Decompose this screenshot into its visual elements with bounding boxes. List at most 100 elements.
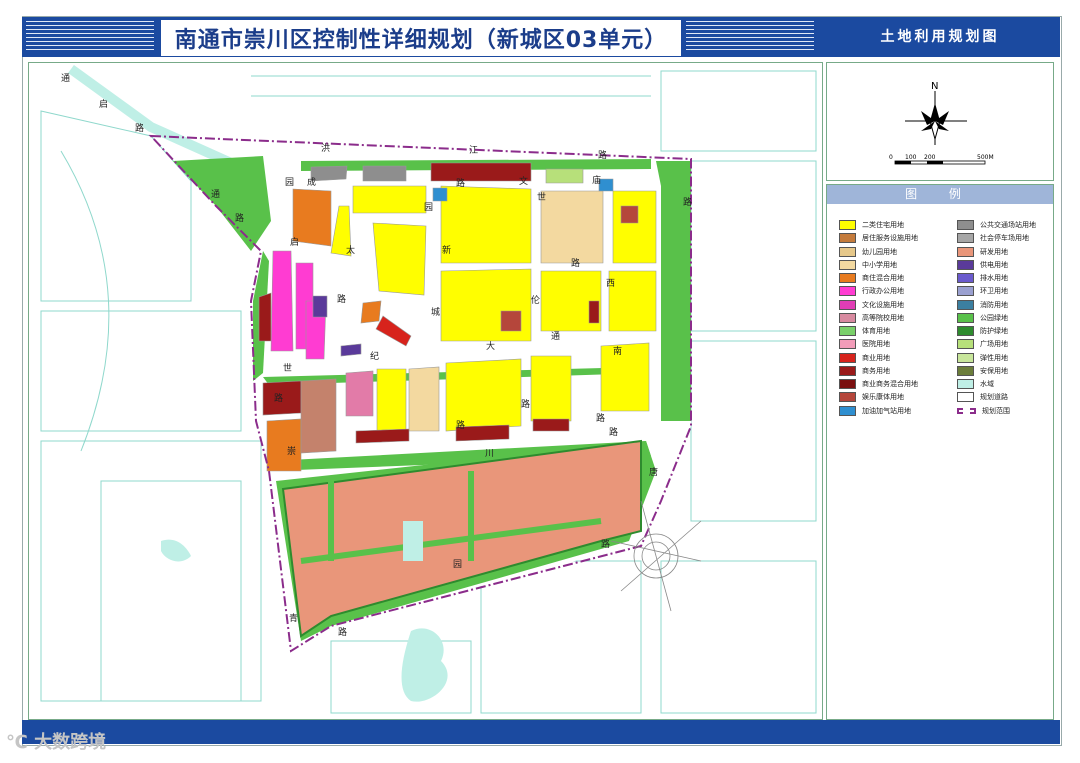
road-label: 路 [337,293,346,305]
legend-label: 商业商务混合用地 [862,380,918,388]
legend-item: 加油加气站用地 [839,405,918,417]
legend-label: 医院用地 [862,340,890,349]
road-label: 园 [424,202,433,213]
map-area[interactable]: 通 启 路 洪 江 路 园 成 通 路 路 文 庙 路 园 世 启 太 新 路 … [28,62,823,720]
road-label: 洪 [321,142,330,154]
scale-tick: 200 [924,154,936,161]
legend-label: 文化设施用地 [862,300,904,309]
legend-label: 体育用地 [862,327,890,335]
road-label: 路 [571,257,580,269]
legend-label: 环卫用地 [980,287,1008,296]
legend-label: 供电用地 [980,260,1008,269]
legend-item: 环卫用地 [957,285,1036,297]
legend-swatch [957,326,974,336]
legend-label: 中小学用地 [862,260,897,269]
legend-heading: 图 例 [827,185,1053,204]
compass-box: N 0 100 200 500M [826,62,1054,181]
legend-label: 加油加气站用地 [862,406,911,415]
legend-swatch [957,365,974,376]
road-label: 南 [613,345,622,357]
legend-swatch [839,339,856,350]
legend-item: 医院用地 [839,338,918,350]
legend-swatch [957,312,974,323]
road-label: 庙 [592,174,601,186]
legend-item: 研发用地 [957,246,1036,258]
legend-item: 商业商务混合用地 [839,378,918,390]
legend-swatch [839,299,856,310]
legend-swatch [957,407,976,414]
scale-tick: 500M [977,154,994,161]
legend-swatch [839,392,856,403]
north-label: N [931,81,938,92]
legend-item: 体育用地 [839,325,918,337]
legend-swatch [839,220,856,230]
legend-item: 安保用地 [957,365,1036,377]
substation-block [312,295,328,318]
pond [161,539,191,562]
legend-item: 供电用地 [957,259,1036,271]
legend-swatch [957,339,974,350]
road-label: 启 [99,98,108,110]
legend-swatch [957,299,974,310]
title-box: 南通市崇川区控制性详细规划（新城区03单元） [160,19,682,57]
legend-item: 幼儿园用地 [839,246,918,258]
legend-item: 防护绿地 [957,325,1036,337]
legend-item: 高等院校用地 [839,312,918,324]
legend-swatch [839,259,856,270]
legend-swatch [957,259,974,270]
legend-item: 文化设施用地 [839,299,918,311]
legend-item: 规划范围 [957,405,1036,417]
map-subtitle: 土地利用规划图 [880,29,1000,45]
legend-swatch [957,286,974,297]
road-label: 路 [338,626,347,638]
legend-label: 水域 [980,380,994,388]
legend-swatch [957,246,974,257]
legend-item: 商住混合用地 [839,272,918,284]
road-label: 启 [290,236,299,248]
road-label: 太 [346,244,355,256]
road-label: 西 [606,278,615,289]
legend-column-right: 公共交通场站用地 社会停车场用地 研发用地 供电用地 排水用地 环卫用地 消防用地 公园绿地防… [957,219,1036,418]
legend-item: 社会停车场用地 [957,232,1036,244]
legend-label: 规划范围 [982,406,1010,415]
road-label: 路 [596,412,605,424]
scale-bar: 0 100 200 500M [889,154,994,165]
legend-label: 社会停车场用地 [980,234,1029,243]
legend-item: 二类住宅用地 [839,219,918,231]
legend-label: 二类住宅用地 [862,221,904,229]
road-label: 江 [469,145,478,156]
legend-swatch [957,379,974,389]
legend-label: 消防用地 [980,300,1008,309]
legend-swatch [839,286,856,297]
legend-item: 商务用地 [839,365,918,377]
legend-swatch [957,273,974,283]
legend-swatch [957,392,974,403]
scale-tick: 0 [889,154,893,161]
legend-swatch [957,352,974,363]
parking-block [362,165,407,182]
road-label: 路 [521,398,530,410]
legend-item: 居住服务设施用地 [839,232,918,244]
road-label: 崇 [287,446,296,457]
legend-label: 商业用地 [862,353,890,362]
legend-item: 行政办公用地 [839,285,918,297]
legend-label: 研发用地 [980,247,1008,256]
gas-station-block-2 [598,178,614,192]
legend-swatch [839,326,856,336]
lake [401,628,448,702]
road-label: 伦 [531,294,540,306]
header-stripes-right [686,21,814,53]
road-label: 川 [485,449,494,459]
legend-item: 弹性用地 [957,352,1036,364]
scale-tick: 100 [905,154,917,161]
legend-swatch [957,220,974,230]
road-label: 通 [61,73,70,84]
legend-column-left: 二类住宅用地居住服务设施用地 幼儿园用地中小学用地商住混合用地 行政办公用地文化设施… [839,219,918,418]
legend-item: 娱乐康体用地 [839,391,918,403]
road-label: 园 [285,177,294,188]
legend-item: 广场用地 [957,338,1036,350]
road-label: 世 [537,191,546,203]
legend-label: 规划道路 [980,393,1008,402]
legend-swatch [839,312,856,323]
road-label: 新 [442,244,451,256]
